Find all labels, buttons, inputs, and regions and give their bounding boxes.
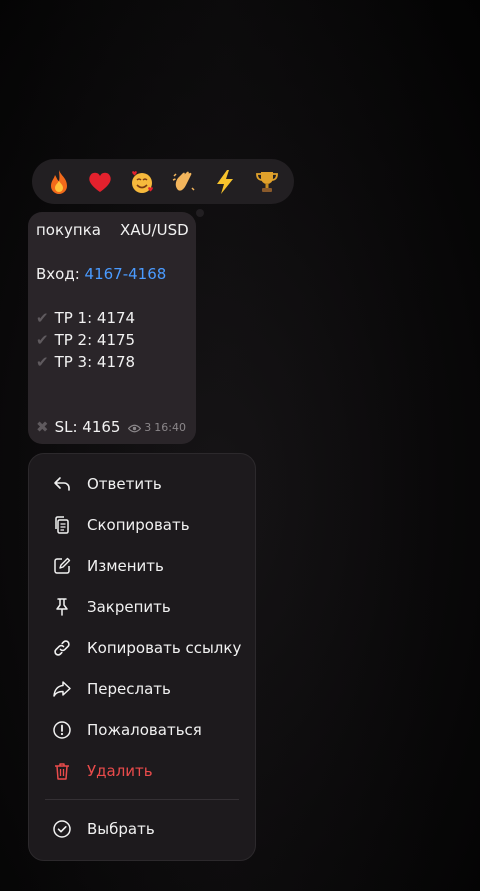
forward-icon <box>52 679 72 699</box>
trash-icon <box>52 761 72 781</box>
menu-item-label: Ответить <box>87 474 162 493</box>
trophy-icon <box>256 171 279 192</box>
reaction-bar-tail <box>196 209 204 217</box>
tp1-text: TP 1: 4174 <box>54 309 136 327</box>
menu-item-delete[interactable]: Удалить <box>29 750 255 791</box>
message-title: покупка XAU/USD <box>36 221 189 239</box>
entry-line: Вход: 4167-4168 <box>36 263 188 285</box>
reaction-lightning[interactable] <box>209 166 241 198</box>
entry-value-link[interactable]: 4167-4168 <box>85 265 167 283</box>
menu-item-pin[interactable]: Закрепить <box>29 586 255 627</box>
cross-icon: ✖ <box>36 418 49 436</box>
fire-icon <box>50 169 67 194</box>
reaction-fire[interactable] <box>43 166 75 198</box>
message-bubble[interactable]: покупка XAU/USD Вход: 4167-4168 ✔ TP 1: 4… <box>28 212 196 444</box>
context-menu: Ответить Скопировать Изменить Закрепить … <box>28 453 256 861</box>
menu-item-copy[interactable]: Скопировать <box>29 504 255 545</box>
copy-icon <box>52 515 72 535</box>
eye-icon <box>128 424 142 432</box>
tp1-line: ✔ TP 1: 4174 <box>36 307 188 329</box>
clapping-hands-icon <box>172 171 195 191</box>
menu-item-label: Изменить <box>87 556 164 575</box>
sl-line: ✖ SL: 4165 <box>36 416 120 438</box>
reaction-bar <box>32 159 294 204</box>
link-icon <box>52 638 72 658</box>
views-count: 3 <box>144 421 152 434</box>
menu-item-forward[interactable]: Переслать <box>29 668 255 709</box>
tp3-line: ✔ TP 3: 4178 <box>36 351 188 373</box>
sl-text: SL: 4165 <box>54 418 121 436</box>
menu-item-label: Скопировать <box>87 515 190 534</box>
reaction-trophy[interactable] <box>251 166 283 198</box>
menu-item-copy-link[interactable]: Копировать ссылку <box>29 627 255 668</box>
reply-icon <box>52 474 72 494</box>
smiling-face-hearts-icon <box>132 170 153 193</box>
menu-item-label: Закрепить <box>87 597 171 616</box>
message-time: 16:40 <box>154 421 186 434</box>
tp2-text: TP 2: 4175 <box>54 331 136 349</box>
report-icon <box>52 720 72 740</box>
menu-item-select[interactable]: Выбрать <box>29 808 255 849</box>
pin-icon <box>52 597 72 617</box>
menu-item-label: Пожаловаться <box>87 720 202 739</box>
menu-item-label: Выбрать <box>87 819 155 838</box>
entry-label: Вход: <box>36 265 85 283</box>
reaction-heart[interactable] <box>84 166 116 198</box>
menu-item-label: Копировать ссылку <box>87 638 242 657</box>
menu-divider <box>45 799 239 800</box>
menu-item-report[interactable]: Пожаловаться <box>29 709 255 750</box>
check-icon: ✔ <box>36 353 49 371</box>
menu-item-edit[interactable]: Изменить <box>29 545 255 586</box>
check-icon: ✔ <box>36 331 49 349</box>
lightning-icon <box>217 169 234 194</box>
message-meta: 3 16:40 <box>128 417 186 439</box>
tp3-text: TP 3: 4178 <box>54 353 136 371</box>
reaction-clapping[interactable] <box>168 166 200 198</box>
select-check-icon <box>52 819 72 839</box>
menu-item-label: Переслать <box>87 679 171 698</box>
reaction-smiling-hearts[interactable] <box>126 166 158 198</box>
tp2-line: ✔ TP 2: 4175 <box>36 329 188 351</box>
heart-icon <box>89 172 112 192</box>
menu-item-label: Удалить <box>87 761 153 780</box>
edit-icon <box>52 556 72 576</box>
check-icon: ✔ <box>36 309 49 327</box>
menu-item-reply[interactable]: Ответить <box>29 463 255 504</box>
